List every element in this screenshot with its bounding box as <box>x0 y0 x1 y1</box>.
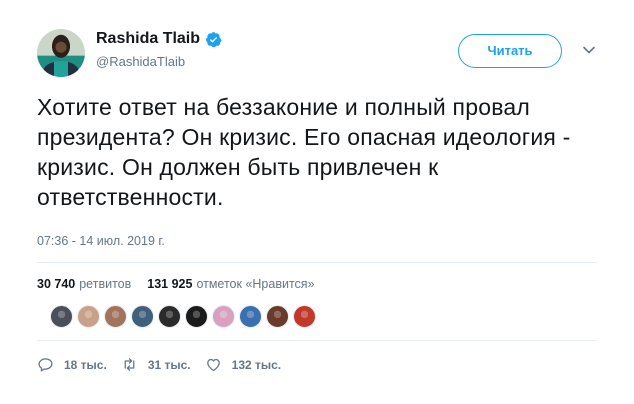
divider <box>37 340 597 341</box>
likes-count: 131 925 <box>147 277 193 291</box>
liker-avatar[interactable] <box>212 305 235 328</box>
liker-avatar[interactable] <box>104 305 127 328</box>
like-button[interactable]: 132 тыс. <box>205 356 282 373</box>
like-count: 132 тыс. <box>231 357 282 372</box>
liker-avatar[interactable] <box>185 305 208 328</box>
reply-icon <box>38 358 53 372</box>
liker-avatars <box>50 305 316 328</box>
display-name[interactable]: Rashida Tlaib <box>96 30 200 48</box>
retweets-stat[interactable]: 30 740 ретвитов <box>37 277 131 291</box>
liker-avatar[interactable] <box>158 305 181 328</box>
tweet-card: Rashida Tlaib @RashidaTlaib Читать Хотит… <box>0 0 634 404</box>
heart-icon <box>206 358 220 372</box>
tweet-actions: 18 тыс. 31 тыс. 132 тыс. <box>37 356 295 373</box>
retweets-count: 30 740 <box>37 277 76 291</box>
retweets-label: ретвитов <box>79 277 132 291</box>
retweet-button[interactable]: 31 тыс. <box>121 356 191 373</box>
timestamp[interactable]: 07:36 - 14 июл. 2019 г. <box>37 234 165 248</box>
divider <box>37 262 597 263</box>
follow-button[interactable]: Читать <box>458 34 562 68</box>
liker-avatar[interactable] <box>131 305 154 328</box>
verified-badge-icon <box>206 31 222 47</box>
reply-button[interactable]: 18 тыс. <box>37 356 107 373</box>
chevron-down-icon[interactable] <box>582 43 596 57</box>
retweet-icon <box>124 358 135 371</box>
engagement-stats: 30 740 ретвитов 131 925 отметок «Нравится» <box>37 277 315 291</box>
retweet-count: 31 тыс. <box>147 357 191 372</box>
liker-avatar[interactable] <box>266 305 289 328</box>
tweet-text: Хотите ответ на беззаконие и полный пров… <box>37 94 571 210</box>
liker-avatar[interactable] <box>77 305 100 328</box>
liker-avatar[interactable] <box>293 305 316 328</box>
liker-avatar[interactable] <box>50 305 73 328</box>
avatar[interactable] <box>37 29 85 77</box>
likes-label: отметок «Нравится» <box>196 277 315 291</box>
author-name-row[interactable]: Rashida Tlaib <box>96 30 222 48</box>
reply-count: 18 тыс. <box>64 357 107 372</box>
likes-stat[interactable]: 131 925 отметок «Нравится» <box>147 277 314 291</box>
liker-avatar[interactable] <box>239 305 262 328</box>
handle[interactable]: @RashidaTlaib <box>96 54 185 69</box>
